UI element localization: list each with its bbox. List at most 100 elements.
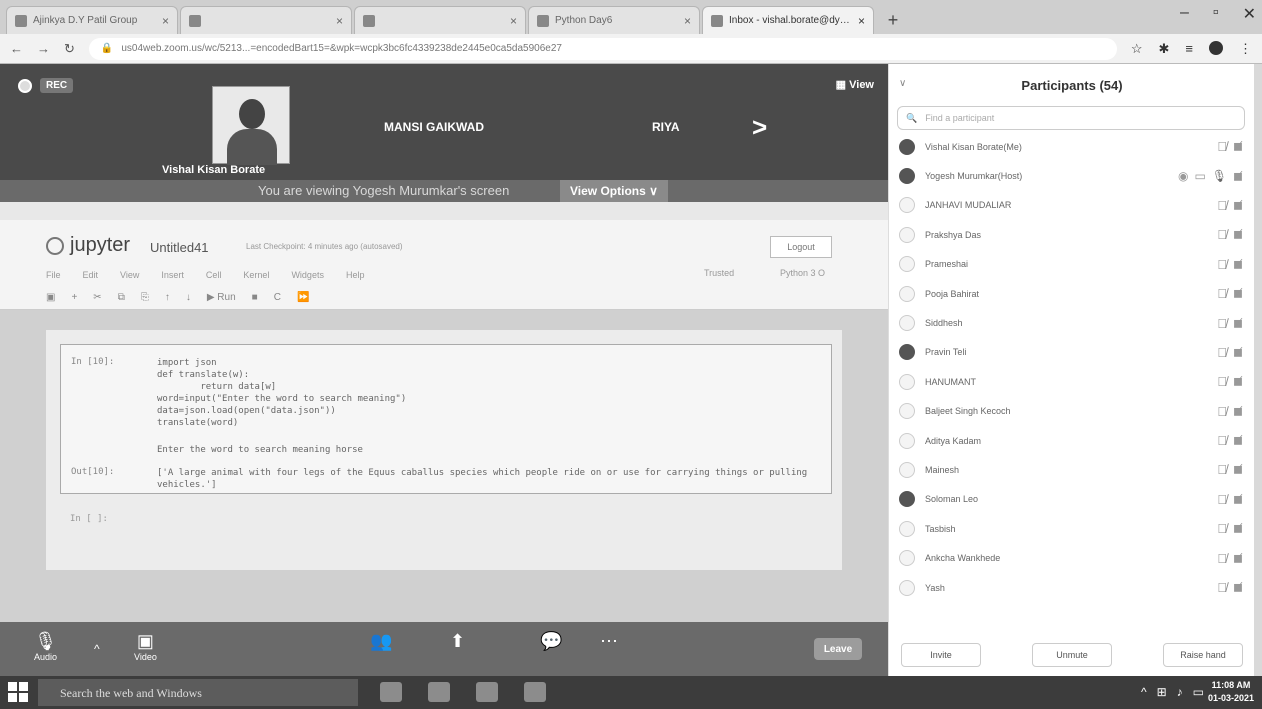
run-button[interactable]: ▶ Run	[207, 292, 236, 303]
view-button[interactable]: ▦ View	[836, 78, 874, 91]
move-up-icon[interactable]: ↑	[165, 292, 170, 303]
participant-row[interactable]: Ankcha Wankhede 🎙̸ ◼̸	[889, 543, 1255, 572]
back-icon[interactable]: ←	[10, 41, 23, 56]
code-cell[interactable]: In [10]: import json def translate(w): r…	[60, 344, 832, 494]
video-gallery-strip: REC Vishal Kisan Borate MANSI GAIKWAD RI…	[0, 64, 888, 182]
menu-insert[interactable]: Insert	[161, 270, 184, 280]
volume-icon[interactable]: ♪	[1177, 685, 1183, 699]
participant-row[interactable]: Pravin Teli 🎙̸ ◼̸	[889, 338, 1255, 367]
notebook-area: In [10]: import json def translate(w): r…	[0, 310, 888, 622]
tab-close-icon[interactable]: ×	[510, 14, 517, 28]
participant-row[interactable]: Vishal Kisan Borate(Me) 🎙̸ ◼̸	[889, 132, 1255, 161]
unmute-button[interactable]: Unmute	[1032, 643, 1112, 667]
menu-kernel[interactable]: Kernel	[243, 270, 269, 280]
tray-expand-icon[interactable]: ^	[1141, 685, 1147, 699]
audio-options-caret-icon[interactable]: ^	[94, 642, 100, 656]
close-window-icon[interactable]: ✕	[1243, 4, 1256, 24]
participant-name: Ankcha Wankhede	[925, 553, 1001, 564]
reload-icon[interactable]: ↻	[64, 41, 75, 57]
audio-button[interactable]: 🎙 Audio	[34, 630, 57, 662]
leave-button[interactable]: Leave	[814, 638, 862, 660]
participant-row[interactable]: Prameshai 🎙̸ ◼̸	[889, 250, 1255, 279]
menu-view[interactable]: View	[120, 270, 139, 280]
file-explorer-icon[interactable]	[428, 682, 450, 702]
participant-row[interactable]: Prakshya Das 🎙̸ ◼̸	[889, 220, 1255, 249]
browser-menu-icon[interactable]: ⋮	[1239, 41, 1252, 57]
tab-close-icon[interactable]: ×	[858, 14, 865, 28]
stop-icon[interactable]: ■	[252, 292, 258, 303]
participant-row[interactable]: Pooja Bahirat 🎙̸ ◼̸	[889, 279, 1255, 308]
tab-close-icon[interactable]: ×	[162, 14, 169, 28]
participant-status-icons: 🎙̸ ◼̸	[1217, 551, 1243, 566]
reading-list-icon[interactable]: ≡	[1185, 41, 1193, 57]
participant-row[interactable]: Tasbish 🎙̸ ◼̸	[889, 514, 1255, 543]
view-options-button[interactable]: View Options ∨	[560, 180, 668, 202]
cut-icon[interactable]: ✂	[93, 292, 101, 303]
app-icon[interactable]	[524, 682, 546, 702]
security-shield-icon[interactable]	[18, 78, 32, 93]
paste-icon[interactable]: ⎘	[141, 292, 149, 303]
new-tab-button[interactable]: +	[880, 7, 906, 33]
participant-row[interactable]: HANUMANT 🎙̸ ◼̸	[889, 367, 1255, 396]
cell-code[interactable]: import json def translate(w): return dat…	[157, 357, 406, 429]
bookmark-star-icon[interactable]: ☆	[1131, 41, 1143, 57]
participant-row[interactable]: Baljeet Singh Kecoch 🎙̸ ◼̸	[889, 397, 1255, 426]
browser-tab-active[interactable]: Inbox - vishal.borate@dypic.in ×	[702, 6, 874, 34]
tab-close-icon[interactable]: ×	[684, 14, 691, 28]
jupyter-logo[interactable]: jupyter	[46, 234, 130, 257]
logout-button[interactable]: Logout	[770, 236, 832, 258]
network-icon[interactable]: ⊞	[1157, 685, 1167, 699]
maximize-icon[interactable]: ▫	[1213, 4, 1219, 24]
trusted-indicator[interactable]: Trusted	[704, 268, 734, 278]
menu-widgets[interactable]: Widgets	[291, 270, 324, 280]
tab-close-icon[interactable]: ×	[336, 14, 343, 28]
notification-icon[interactable]: ▭	[1193, 685, 1204, 699]
participant-row[interactable]: Yash 🎙̸ ◼̸	[889, 573, 1255, 602]
share-screen-icon[interactable]: ⬆	[450, 630, 465, 652]
browser-tab[interactable]: ×	[354, 6, 526, 34]
copy-icon[interactable]: ⧉	[118, 292, 125, 303]
menu-edit[interactable]: Edit	[83, 270, 99, 280]
windows-start-icon[interactable]	[8, 682, 28, 702]
chrome-icon[interactable]	[476, 682, 498, 702]
taskbar-search-box[interactable]: Search the web and Windows	[38, 679, 358, 706]
camera-off-icon: ◼̸	[1233, 227, 1243, 242]
gallery-next-icon[interactable]: >	[752, 112, 767, 143]
fast-forward-icon[interactable]: ⏩	[297, 292, 309, 303]
forward-icon[interactable]: →	[37, 41, 50, 56]
invite-button[interactable]: Invite	[901, 643, 981, 667]
raise-hand-button[interactable]: Raise hand	[1163, 643, 1243, 667]
add-cell-icon[interactable]: +	[71, 292, 77, 303]
microphone-muted-icon: 🎙̸	[1217, 315, 1228, 331]
participant-row[interactable]: Soloman Leo 🎙̸ ◼̸	[889, 485, 1255, 514]
task-view-icon[interactable]	[380, 682, 402, 702]
move-down-icon[interactable]: ↓	[186, 292, 191, 303]
participant-row[interactable]: JANHAVI MUDALIAR 🎙̸ ◼̸	[889, 191, 1255, 220]
menu-file[interactable]: File	[46, 270, 61, 280]
profile-avatar[interactable]	[1209, 40, 1223, 55]
participant-row[interactable]: Aditya Kadam 🎙̸ ◼̸	[889, 426, 1255, 455]
participant-row[interactable]: Yogesh Murumkar(Host) ◉ ▭ 🎙 ◼̸	[889, 161, 1255, 190]
more-icon[interactable]: ⋯	[600, 630, 618, 652]
extension-icon[interactable]: ✱	[1159, 41, 1170, 57]
browser-tab[interactable]: ×	[180, 6, 352, 34]
minimize-icon[interactable]: –	[1180, 4, 1189, 24]
empty-cell-prompt[interactable]: In [ ]:	[70, 514, 108, 524]
menu-cell[interactable]: Cell	[206, 270, 222, 280]
participant-name: Yash	[925, 582, 945, 593]
participant-row[interactable]: Mainesh 🎙̸ ◼̸	[889, 455, 1255, 484]
participant-search-input[interactable]: 🔍 Find a participant	[897, 106, 1245, 130]
restart-icon[interactable]: C	[274, 292, 281, 303]
video-button[interactable]: ▣ Video	[134, 630, 157, 662]
participants-control-icon[interactable]: 👥	[370, 630, 392, 652]
cell-stdin: Enter the word to search meaning horse	[157, 445, 363, 455]
browser-tab[interactable]: Ajinkya D.Y Patil Group ×	[6, 6, 178, 34]
chat-icon[interactable]: 💬	[540, 630, 562, 652]
taskbar-clock[interactable]: 11:08 AM 01-03-2021	[1208, 679, 1254, 705]
participant-row[interactable]: Siddhesh 🎙̸ ◼̸	[889, 308, 1255, 337]
notebook-title[interactable]: Untitled41	[150, 240, 209, 255]
menu-help[interactable]: Help	[346, 270, 365, 280]
browser-tab[interactable]: Python Day6 ×	[528, 6, 700, 34]
save-icon[interactable]: ▣	[46, 292, 55, 303]
url-field[interactable]: 🔒 us04web.zoom.us/wc/5213...=encodedBart1…	[88, 37, 1117, 60]
